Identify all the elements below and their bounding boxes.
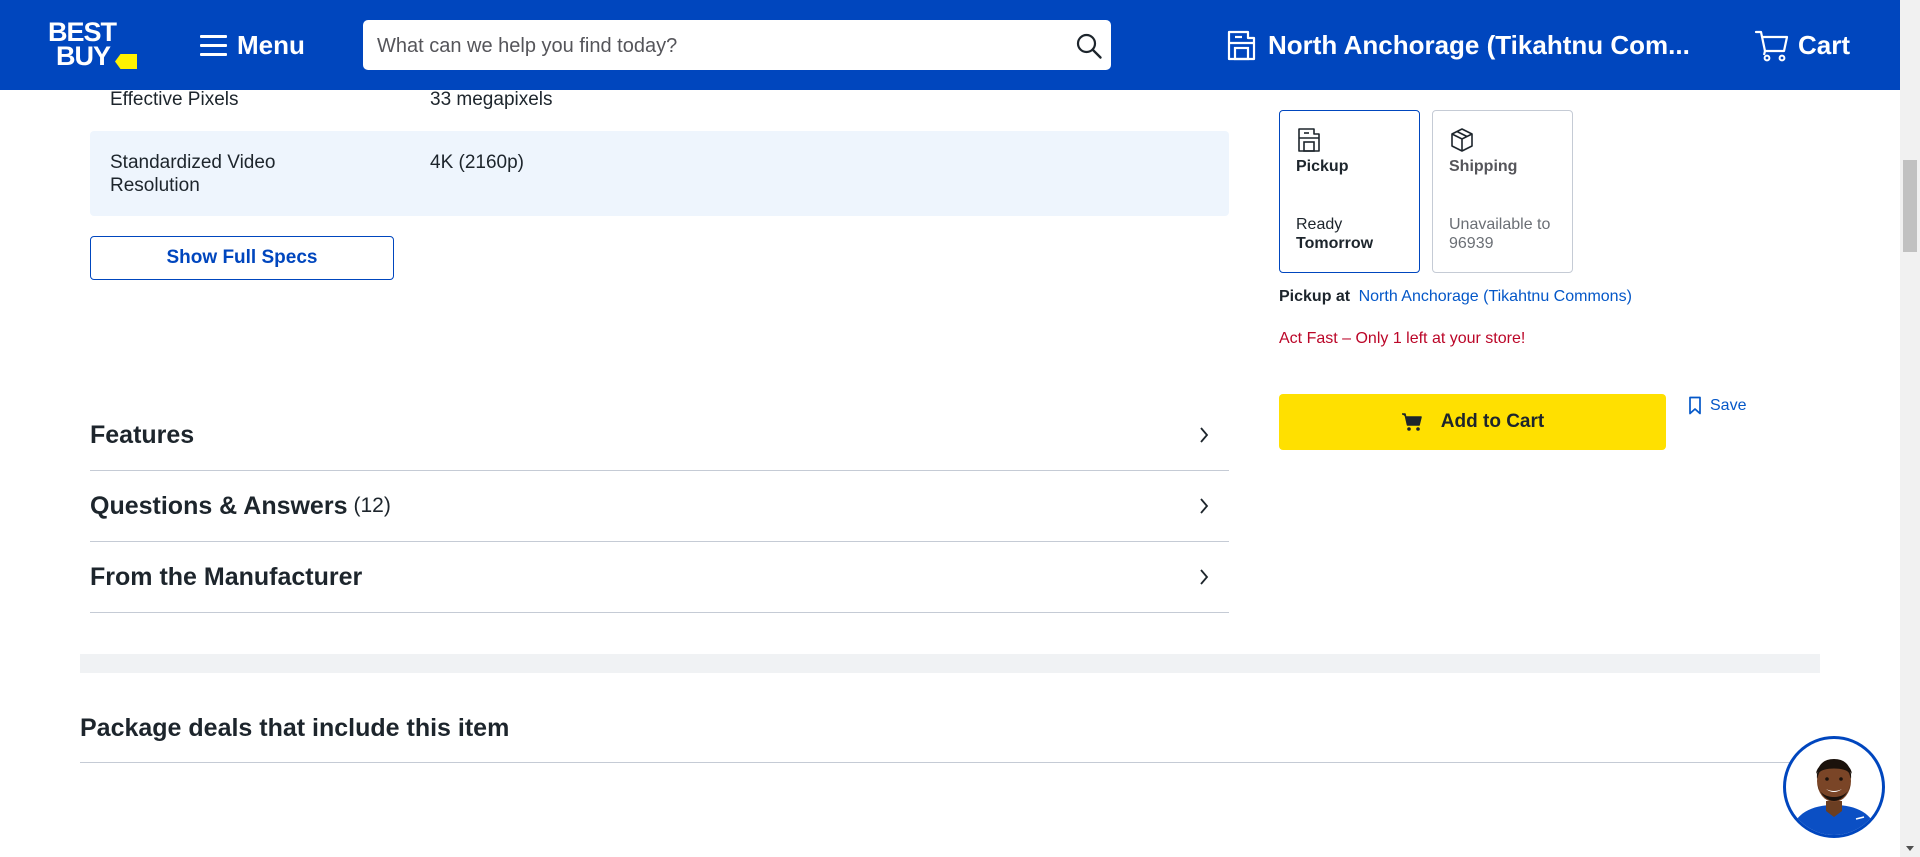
assistant-portrait-icon [1786,739,1882,835]
hamburger-icon [200,35,227,56]
pickup-store-link[interactable]: North Anchorage (Tikahtnu Commons) [1359,288,1632,305]
option-name: Shipping [1449,158,1518,175]
section-divider [80,654,1820,673]
option-status-detail: Tomorrow [1296,235,1374,252]
spec-row-video-resolution: Standardized Video Resolution 4K (2160p) [90,131,1229,216]
scrollbar-thumb[interactable] [1903,160,1917,252]
package-deals-heading: Package deals that include this item [80,714,510,742]
stock-alert: Act Fast – Only 1 left at your store! [1279,330,1526,347]
spec-value: 4K (2160p) [430,152,525,173]
show-full-specs-button[interactable]: Show Full Specs [90,236,394,280]
accordion-from-manufacturer[interactable]: From the Manufacturer [90,542,1229,613]
option-status: Unavailable to [1449,216,1551,233]
search-icon[interactable] [1075,32,1103,60]
accordion-count: (12) [353,494,391,517]
accordion-title: Questions & Answers [90,491,348,520]
option-status-detail: 96939 [1449,235,1494,252]
add-to-cart-button[interactable]: Add to Cart [1279,394,1666,450]
add-to-cart-label: Add to Cart [1440,411,1545,432]
package-box-icon [1451,128,1473,152]
spec-row-effective-pixels: Effective Pixels 33 megapixels [90,88,1229,112]
logo-line-2: BUY [56,41,111,71]
pickup-location: Pickup at North Anchorage (Tikahtnu Comm… [1279,288,1632,306]
cart-button[interactable]: Cart [1754,26,1850,64]
chat-assistant-avatar[interactable] [1783,736,1885,838]
spec-key: Standardized Video Resolution [110,152,276,196]
store-label: North Anchorage (Tikahtnu Com... [1268,29,1690,60]
scroll-down-arrow-icon[interactable] [1906,846,1914,851]
store-icon [1227,30,1256,61]
chevron-right-icon [1200,498,1209,514]
cart-icon [1401,413,1422,431]
bookmark-icon [1689,396,1701,415]
chevron-right-icon [1200,569,1209,585]
accordion-title: Features [90,420,195,449]
fulfillment-pickup-option[interactable]: Pickup Ready Tomorrow [1279,110,1420,273]
search-input[interactable] [375,20,1059,72]
spec-value: 33 megapixels [430,89,553,110]
chevron-right-icon [1200,427,1209,443]
option-name: Pickup [1296,158,1349,175]
page-scrollbar[interactable] [1900,0,1920,857]
store-icon [1298,128,1320,152]
divider [80,762,1820,763]
spec-key: Effective Pixels [110,89,239,110]
option-status: Ready [1296,216,1343,233]
accordion-questions-answers[interactable]: Questions & Answers (12) [90,471,1229,542]
save-label: Save [1710,396,1747,414]
save-button[interactable]: Save [1688,396,1746,415]
accordion-features[interactable]: Features [90,400,1229,471]
search-bar [363,20,1111,72]
menu-button[interactable]: Menu [200,28,305,62]
accordion-title: From the Manufacturer [90,562,363,591]
site-header: BEST BUY Menu North Anchorage (Tikahtnu … [0,0,1900,90]
pickup-at-label: Pickup at [1279,288,1351,305]
cart-label: Cart [1798,29,1851,60]
cart-icon [1754,30,1789,62]
fulfillment-shipping-option[interactable]: Shipping Unavailable to 96939 [1432,110,1573,273]
store-selector[interactable]: North Anchorage (Tikahtnu Com... [1224,26,1690,64]
logo-tag-icon [115,54,137,69]
best-buy-logo[interactable]: BEST BUY [48,18,138,72]
menu-label: Menu [237,29,305,60]
